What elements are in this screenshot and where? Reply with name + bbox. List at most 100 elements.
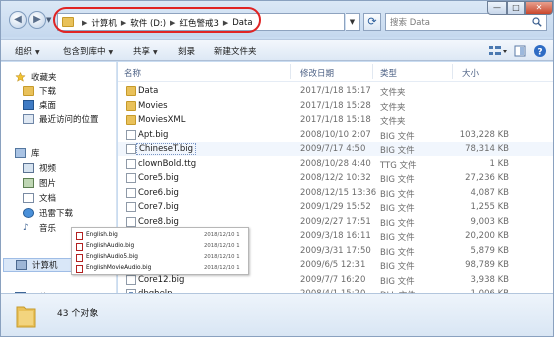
picture-icon [23, 178, 34, 188]
file-size: 9,003 KB [470, 216, 509, 227]
refresh-button[interactable]: ⟳ [363, 13, 381, 31]
forward-button[interactable]: ▶ [28, 11, 46, 29]
nav-label: 下载 [39, 87, 57, 97]
file-type: BIG 文件 [380, 218, 415, 229]
file-date: 2009/7/17 4:50 [300, 144, 366, 154]
file-size: 98,789 KB [465, 260, 509, 270]
file-row[interactable]: Core7.big 2009/1/29 15:52 BIG 文件 1,255 KB [118, 200, 553, 214]
file-date: 2009/3/18 16:11 [300, 231, 371, 241]
downloads-folder-icon [23, 86, 34, 96]
help-icon[interactable]: ? [533, 44, 547, 58]
nav-item-desktop[interactable]: 桌面 [23, 98, 56, 112]
video-icon [23, 163, 34, 173]
nav-item-music[interactable]: ♪ 音乐 [23, 221, 56, 235]
chevron-down-icon: ▼ [108, 49, 114, 56]
search-box[interactable] [385, 13, 547, 31]
file-date: 2009/7/7 16:20 [300, 274, 366, 285]
new-folder-button[interactable]: 新建文件夹 [214, 45, 257, 57]
file-size: 1 KB [489, 158, 509, 169]
nav-item-recent-places[interactable]: 最近访问的位置 [23, 112, 99, 126]
file-date: 2008/10/28 4:40 [300, 158, 371, 169]
file-size: 20,200 KB [465, 231, 509, 241]
folder-icon [126, 100, 136, 111]
file-icon [126, 158, 136, 169]
file-type: BIG 文件 [380, 233, 415, 243]
file-row[interactable]: ChineseT.big 2009/7/17 4:50 BIG 文件 78,314 K… [118, 142, 553, 156]
column-divider[interactable] [372, 64, 373, 79]
file-type: 文件夹 [380, 102, 406, 113]
chevron-down-icon: ▼ [153, 49, 158, 56]
file-size: 27,236 KB [465, 173, 509, 183]
file-type: BIG 文件 [380, 189, 415, 200]
back-button[interactable]: ◀ [9, 11, 27, 29]
overlay-file-date: 2018/12/10 1 [204, 265, 240, 271]
minimize-button[interactable]: — [487, 1, 507, 15]
file-type: BIG 文件 [380, 204, 415, 214]
preview-pane-icon[interactable] [514, 44, 526, 58]
column-size[interactable]: 大小 [462, 67, 479, 79]
file-type: 文件夹 [380, 88, 406, 98]
nav-item-videos[interactable]: 视频 [23, 161, 56, 175]
overlay-file-name: EnglishMovieAudio.big [86, 265, 152, 271]
nav-item-libraries[interactable]: 库 [15, 146, 40, 160]
nav-item-downloads[interactable]: 下载 [23, 84, 56, 98]
nav-label: 图片 [39, 179, 57, 189]
file-type: BIG 文件 [380, 262, 415, 272]
file-date: 2008/10/10 2:07 [300, 129, 371, 140]
star-icon [15, 72, 26, 82]
nav-item-pictures[interactable]: 图片 [23, 176, 56, 190]
maximize-button[interactable]: □ [507, 1, 525, 15]
overlay-file-name: EnglishAudio.big [86, 243, 135, 249]
column-divider[interactable] [290, 64, 291, 79]
file-size: 103,228 KB [459, 129, 509, 140]
change-view-icon[interactable] [488, 44, 508, 58]
file-row[interactable]: Core6.big 2008/12/15 13:36 BIG 文件 4,087 KB [118, 186, 553, 200]
file-name: Apt.big [138, 129, 169, 140]
include-library-label: 包含到库中 [63, 47, 106, 57]
column-divider[interactable] [452, 64, 453, 79]
file-icon [126, 144, 136, 154]
nav-label: 音乐 [39, 224, 57, 234]
overlay-file-date: 2018/12/10 1 [204, 232, 240, 238]
column-type[interactable]: 类型 [380, 67, 397, 79]
file-icon [126, 202, 136, 212]
file-name: ChineseT.big [136, 143, 196, 155]
address-history-dropdown-icon[interactable]: ▼ [346, 13, 360, 31]
recent-pages-dropdown-icon[interactable]: ▼ [46, 16, 51, 24]
red-annotation-ellipse [53, 7, 261, 33]
file-date: 2017/1/18 15:18 [300, 115, 371, 125]
file-row[interactable]: MoviesXML 2017/1/18 15:18 文件夹 [118, 113, 553, 127]
share-menu[interactable]: 共享 ▼ [133, 45, 158, 57]
file-row[interactable]: clownBold.ttg 2008/10/28 4:40 TTG 文件 1 KB [118, 157, 553, 171]
nav-item-thunder-downloads[interactable]: 迅雷下载 [23, 206, 73, 220]
include-in-library-menu[interactable]: 包含到库中 ▼ [63, 45, 113, 57]
nav-label: 迅雷下载 [39, 209, 74, 219]
file-icon [126, 173, 136, 183]
nav-item-documents[interactable]: 文档 [23, 191, 56, 205]
file-icon [126, 129, 136, 140]
file-row[interactable]: Apt.big 2008/10/10 2:07 BIG 文件 103,228 KB [118, 128, 553, 142]
computer-icon [16, 260, 27, 270]
overlay-file-name: English.big [86, 232, 118, 238]
search-icon[interactable] [532, 17, 542, 27]
close-button[interactable]: ✕ [525, 1, 553, 15]
burn-button[interactable]: 刻录 [178, 45, 195, 57]
document-icon [23, 193, 34, 203]
file-name: Core12.big [138, 274, 185, 285]
file-row[interactable]: Movies 2017/1/18 15:28 文件夹 [118, 99, 553, 113]
search-input[interactable] [390, 16, 530, 29]
file-name: clownBold.ttg [138, 158, 197, 169]
folder-icon [126, 86, 136, 96]
file-icon [76, 265, 83, 273]
thunder-icon [23, 208, 34, 218]
file-row[interactable]: Data 2017/1/18 15:17 文件夹 [118, 84, 553, 98]
organize-menu[interactable]: 组织 ▼ [15, 45, 40, 57]
library-icon [15, 148, 26, 158]
file-row[interactable]: Core5.big 2008/12/2 10:32 BIG 文件 27,236 KB [118, 171, 553, 185]
column-name[interactable]: 名称 [124, 67, 141, 79]
nav-label: 最近访问的位置 [39, 115, 99, 125]
file-name: MoviesXML [138, 115, 186, 125]
folder-icon [16, 306, 36, 328]
nav-item-favorites[interactable]: 收藏夹 [15, 70, 57, 84]
column-date[interactable]: 修改日期 [300, 67, 334, 79]
